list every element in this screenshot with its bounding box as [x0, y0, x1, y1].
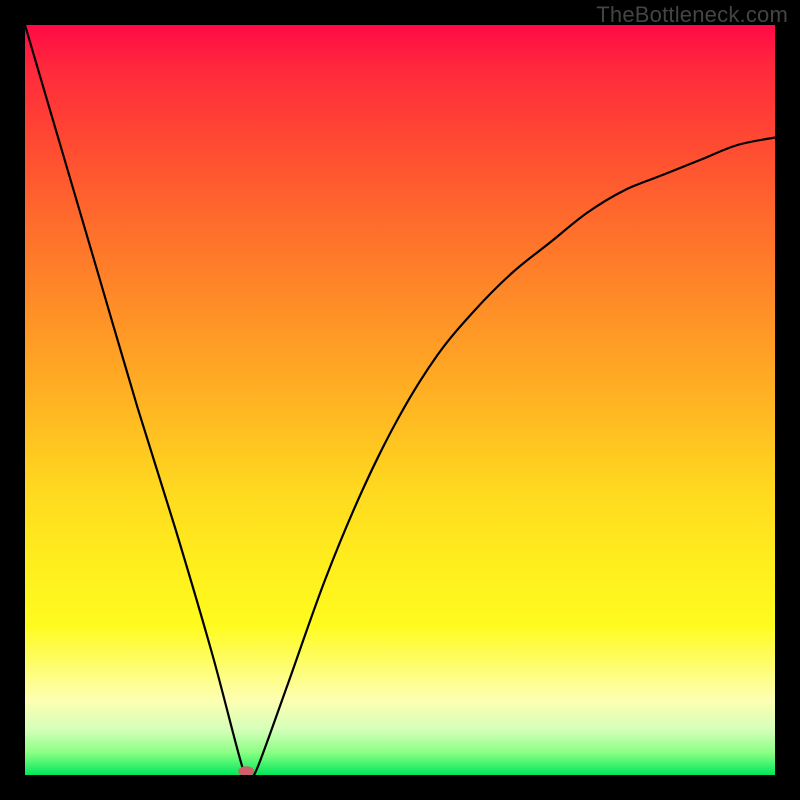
chart-container: TheBottleneck.com	[0, 0, 800, 800]
bottleneck-curve	[25, 25, 775, 775]
watermark-label: TheBottleneck.com	[596, 2, 788, 28]
plot-area	[25, 25, 775, 775]
minimum-marker-icon	[238, 766, 254, 775]
curve-layer	[25, 25, 775, 775]
